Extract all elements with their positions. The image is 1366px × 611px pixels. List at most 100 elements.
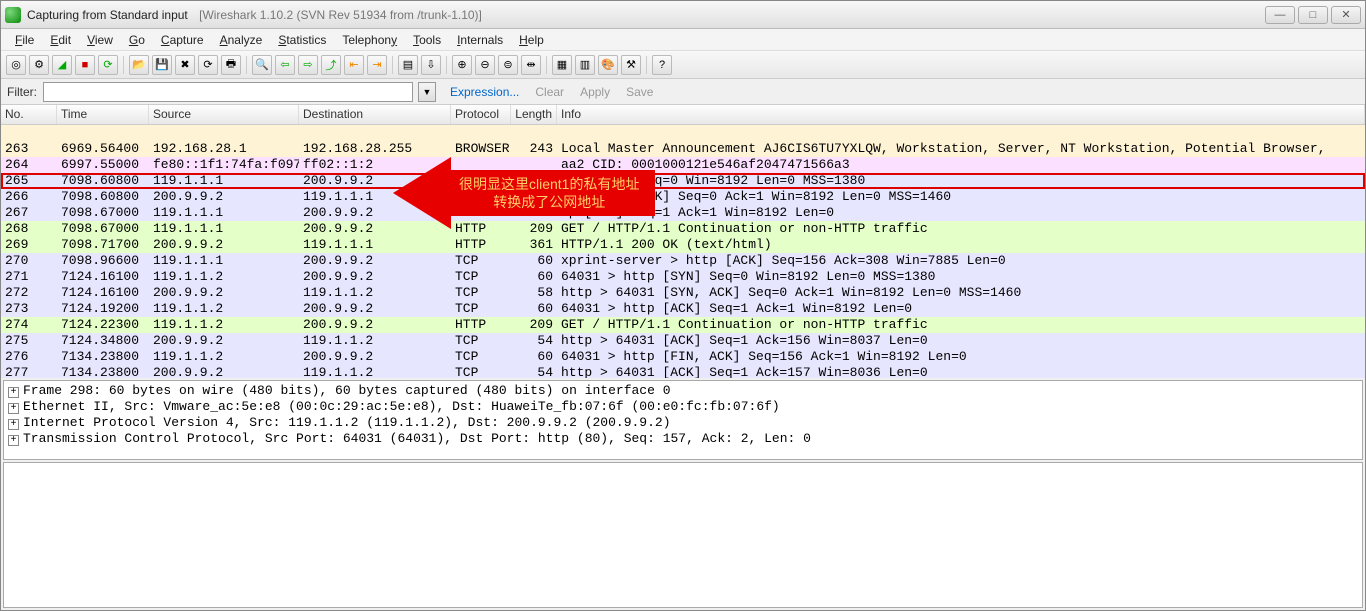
- menu-view[interactable]: View: [79, 31, 121, 49]
- display-filters-icon[interactable]: ▥: [575, 55, 595, 75]
- resize-columns-icon[interactable]: ⇹: [521, 55, 541, 75]
- filter-save[interactable]: Save: [626, 85, 653, 99]
- packet-cell: 267: [1, 205, 57, 221]
- packet-cell: 275: [1, 333, 57, 349]
- stop-capture-icon[interactable]: ■: [75, 55, 95, 75]
- go-last-icon[interactable]: ⇥: [367, 55, 387, 75]
- menu-statistics[interactable]: Statistics: [270, 31, 334, 49]
- start-capture-icon[interactable]: ◢: [52, 55, 72, 75]
- col-info[interactable]: Info: [557, 105, 1365, 124]
- packet-details[interactable]: +Frame 298: 60 bytes on wire (480 bits),…: [3, 380, 1363, 460]
- restart-capture-icon[interactable]: ⟳: [98, 55, 118, 75]
- packet-row[interactable]: 2747124.22300119.1.1.2200.9.9.2HTTP209GE…: [1, 317, 1365, 333]
- menu-edit[interactable]: Edit: [42, 31, 79, 49]
- capture-filters-icon[interactable]: ▦: [552, 55, 572, 75]
- filter-bar: Filter: ▼ Expression... Clear Apply Save: [1, 79, 1365, 105]
- options-icon[interactable]: ⚙: [29, 55, 49, 75]
- packet-cell: 7124.22300: [57, 317, 149, 333]
- reload-icon[interactable]: ⟳: [198, 55, 218, 75]
- packet-cell: 54: [511, 365, 557, 378]
- packet-cell: 60: [511, 253, 557, 269]
- filter-input[interactable]: [43, 82, 413, 102]
- open-file-icon[interactable]: 📂: [129, 55, 149, 75]
- packet-list-header: No. Time Source Destination Protocol Len…: [1, 105, 1365, 125]
- packet-list[interactable]: 2636969.56400192.168.28.1192.168.28.255B…: [1, 125, 1365, 378]
- menu-go[interactable]: Go: [121, 31, 153, 49]
- packet-cell: 200.9.9.2: [299, 349, 451, 365]
- go-back-icon[interactable]: ⇦: [275, 55, 295, 75]
- packet-cell: 200.9.9.2: [299, 301, 451, 317]
- col-destination[interactable]: Destination: [299, 105, 451, 124]
- packet-cell: ver [SYN, ACK] Seq=0 Ack=1 Win=8192 Len=…: [557, 189, 1365, 205]
- print-icon[interactable]: 🖶: [221, 55, 241, 75]
- packet-row[interactable]: 2777134.23800200.9.9.2119.1.1.2TCP54http…: [1, 365, 1365, 378]
- packet-cell: TCP: [451, 349, 511, 365]
- close-file-icon[interactable]: ✖: [175, 55, 195, 75]
- coloring-rules-icon[interactable]: 🎨: [598, 55, 618, 75]
- packet-row[interactable]: 2667098.60800200.9.9.2119.1.1.1ver [SYN,…: [1, 189, 1365, 205]
- menu-analyze[interactable]: Analyze: [212, 31, 271, 49]
- packet-cell: 54: [511, 333, 557, 349]
- packet-cell: 7134.23800: [57, 349, 149, 365]
- packet-row[interactable]: 2677098.67000119.1.1.1200.9.9.2tp [ACK] …: [1, 205, 1365, 221]
- go-forward-icon[interactable]: ⇨: [298, 55, 318, 75]
- minimize-button[interactable]: —: [1265, 6, 1295, 24]
- packet-row[interactable]: 2657098.60800119.1.1.1200.9.9.2ttp [SYN]…: [1, 173, 1365, 189]
- zoom-out-icon[interactable]: ⊖: [475, 55, 495, 75]
- packet-cell: TCP: [451, 333, 511, 349]
- packet-row[interactable]: 2737124.19200119.1.1.2200.9.9.2TCP606403…: [1, 301, 1365, 317]
- packet-row[interactable]: 2717124.16100119.1.1.2200.9.9.2TCP606403…: [1, 269, 1365, 285]
- filter-apply[interactable]: Apply: [580, 85, 610, 99]
- detail-line: Internet Protocol Version 4, Src: 119.1.…: [23, 415, 671, 430]
- expander-icon[interactable]: +: [8, 419, 19, 430]
- filter-dropdown-icon[interactable]: ▼: [418, 82, 436, 102]
- packet-row[interactable]: 2646997.55000fe80::1f1:74fa:f097ff02::1:…: [1, 157, 1365, 173]
- help-icon[interactable]: ?: [652, 55, 672, 75]
- expander-icon[interactable]: +: [8, 403, 19, 414]
- col-no[interactable]: No.: [1, 105, 57, 124]
- packet-cell: 7098.67000: [57, 205, 149, 221]
- col-time[interactable]: Time: [57, 105, 149, 124]
- packet-row[interactable]: 2687098.67000119.1.1.1200.9.9.2HTTP209GE…: [1, 221, 1365, 237]
- zoom-reset-icon[interactable]: ⊜: [498, 55, 518, 75]
- packet-row[interactable]: 2727124.16100200.9.9.2119.1.1.2TCP58http…: [1, 285, 1365, 301]
- packet-row[interactable]: 2697098.71700200.9.9.2119.1.1.1HTTP361HT…: [1, 237, 1365, 253]
- col-length[interactable]: Length: [511, 105, 557, 124]
- packet-row[interactable]: 2757124.34800200.9.9.2119.1.1.2TCP54http…: [1, 333, 1365, 349]
- menu-help[interactable]: Help: [511, 31, 552, 49]
- save-file-icon[interactable]: 💾: [152, 55, 172, 75]
- filter-expression-link[interactable]: Expression...: [450, 85, 519, 99]
- expander-icon[interactable]: +: [8, 387, 19, 398]
- close-button[interactable]: ✕: [1331, 6, 1361, 24]
- col-source[interactable]: Source: [149, 105, 299, 124]
- packet-cell: 119.1.1.2: [299, 285, 451, 301]
- preferences-icon[interactable]: ⚒: [621, 55, 641, 75]
- packet-row[interactable]: 2767134.23800119.1.1.2200.9.9.2TCP606403…: [1, 349, 1365, 365]
- packet-cell: [1, 125, 57, 141]
- packet-cell: TCP: [451, 301, 511, 317]
- packet-cell: 6997.55000: [57, 157, 149, 173]
- auto-scroll-icon[interactable]: ⇩: [421, 55, 441, 75]
- packet-cell: [57, 125, 149, 141]
- go-first-icon[interactable]: ⇤: [344, 55, 364, 75]
- go-to-packet-icon[interactable]: ⤴: [321, 55, 341, 75]
- menu-internals[interactable]: Internals: [449, 31, 511, 49]
- menu-telephony[interactable]: Telephony: [334, 31, 405, 49]
- zoom-in-icon[interactable]: ⊕: [452, 55, 472, 75]
- menu-capture[interactable]: Capture: [153, 31, 212, 49]
- colorize-icon[interactable]: ▤: [398, 55, 418, 75]
- find-icon[interactable]: 🔍: [252, 55, 272, 75]
- packet-row[interactable]: 2707098.96600119.1.1.1200.9.9.2TCP60xpri…: [1, 253, 1365, 269]
- maximize-button[interactable]: □: [1298, 6, 1328, 24]
- packet-cell: 276: [1, 349, 57, 365]
- interfaces-icon[interactable]: ◎: [6, 55, 26, 75]
- packet-bytes-pane[interactable]: [3, 462, 1363, 608]
- expander-icon[interactable]: +: [8, 435, 19, 446]
- menu-file[interactable]: File: [7, 31, 42, 49]
- col-protocol[interactable]: Protocol: [451, 105, 511, 124]
- menu-tools[interactable]: Tools: [405, 31, 449, 49]
- packet-row[interactable]: 2636969.56400192.168.28.1192.168.28.255B…: [1, 141, 1365, 157]
- packet-cell: http > 64031 [ACK] Seq=1 Ack=156 Win=803…: [557, 333, 1365, 349]
- filter-clear[interactable]: Clear: [535, 85, 564, 99]
- packet-row[interactable]: [1, 125, 1365, 141]
